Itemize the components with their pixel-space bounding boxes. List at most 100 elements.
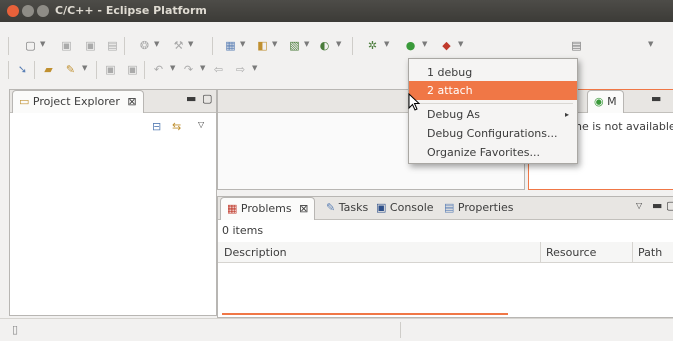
toolbar-separator <box>352 37 353 55</box>
project-explorer-tabbar: ▭ Project Explorer ⊠ ▬ ▢ <box>10 90 216 113</box>
view-menu-icon[interactable]: ▽ <box>198 120 204 129</box>
new-file-icon[interactable]: ▧ <box>288 39 301 52</box>
forward-arrow-icon[interactable]: ⇨ <box>234 63 247 76</box>
toolbar-separator <box>212 37 213 55</box>
chevron-down-icon[interactable]: ▼ <box>240 40 245 48</box>
menu-item-label: Debug Configurations... <box>427 127 558 140</box>
chevron-down-icon[interactable]: ▼ <box>648 40 653 48</box>
save-all-icon[interactable]: ▣ <box>84 39 97 52</box>
tab-properties[interactable]: ▤ Properties <box>444 197 514 218</box>
folder-icon: ▭ <box>19 95 30 108</box>
back-arrow-icon[interactable]: ⇦ <box>212 63 225 76</box>
menu-item-label: Organize Favorites... <box>427 146 540 159</box>
collapse-all-icon[interactable]: ⊟ <box>152 120 161 133</box>
menu-item-organize-favorites[interactable]: Organize Favorites... <box>409 143 577 162</box>
chevron-down-icon[interactable]: ▼ <box>200 64 205 72</box>
close-icon[interactable]: ⊠ <box>127 95 136 108</box>
prev-annotation-icon[interactable]: ▣ <box>126 63 139 76</box>
hammer-icon[interactable]: ⚒ <box>172 39 185 52</box>
progress-indicator <box>222 313 508 315</box>
chevron-down-icon[interactable]: ▼ <box>82 64 87 72</box>
build-icon[interactable]: ❂ <box>138 39 151 52</box>
annotation-icon[interactable]: ✎ <box>64 63 77 76</box>
column-header-resource[interactable]: Resource <box>546 246 596 259</box>
debug-dropdown-menu: 1 debug 2 attach Debug As ▸ Debug Config… <box>408 58 578 164</box>
toolbar-separator <box>34 61 35 79</box>
chevron-down-icon[interactable]: ▼ <box>422 40 427 48</box>
menu-item-label: Debug As <box>427 108 480 121</box>
fast-view-icon[interactable]: ▯ <box>12 323 18 336</box>
toolbar-separator <box>96 61 97 79</box>
menu-item-label: 2 attach <box>427 84 473 97</box>
chevron-down-icon[interactable]: ▼ <box>458 40 463 48</box>
column-divider[interactable] <box>632 242 633 262</box>
perspective-icon[interactable]: ▤ <box>570 39 583 52</box>
open-folder-icon[interactable]: ▰ <box>42 63 55 76</box>
close-window-button[interactable] <box>7 5 19 17</box>
tab-tasks[interactable]: ✎ Tasks <box>326 197 368 218</box>
project-explorer-panel: ▭ Project Explorer ⊠ ▬ ▢ ⊟ ⇆ ▽ <box>9 89 217 316</box>
tab-project-explorer[interactable]: ▭ Project Explorer ⊠ <box>12 90 144 113</box>
menu-item-attach[interactable]: 2 attach <box>409 81 577 100</box>
menu-item-debug-configurations[interactable]: Debug Configurations... <box>409 124 577 143</box>
link-editor-icon[interactable]: ⇆ <box>172 120 181 133</box>
minimize-window-button[interactable] <box>22 5 34 17</box>
mouse-cursor-icon <box>408 93 420 111</box>
tab-outline[interactable]: ◉ M <box>587 90 624 113</box>
minimize-icon[interactable]: ▬ <box>651 92 661 105</box>
chevron-down-icon[interactable]: ▼ <box>40 40 45 48</box>
toolbar-separator <box>124 37 125 55</box>
submenu-arrow-icon: ▸ <box>565 110 570 119</box>
close-icon[interactable]: ⊠ <box>299 202 308 215</box>
title-bar: C/C++ - Eclipse Platform <box>0 0 673 22</box>
column-divider[interactable] <box>540 242 541 262</box>
problems-panel: ▦ Problems ⊠ ✎ Tasks ▣ Console ▤ Propert… <box>217 196 673 318</box>
tab-label: Console <box>389 201 434 214</box>
maximize-icon[interactable]: ▢ <box>202 92 212 105</box>
tab-label: Project Explorer <box>32 95 120 108</box>
new-class-icon[interactable]: ◧ <box>256 39 269 52</box>
tab-label: M <box>607 95 617 108</box>
pin-icon[interactable]: ➘ <box>16 63 29 76</box>
view-menu-icon[interactable]: ▽ <box>636 201 642 210</box>
minimize-icon[interactable]: ▬ <box>186 92 196 105</box>
column-header-description[interactable]: Description <box>224 246 287 259</box>
console-icon: ▣ <box>376 201 387 214</box>
new-icon[interactable]: ▢ <box>24 39 37 52</box>
main-toolbar: ▢ ▼ ▣ ▣ ▤ ❂ ▼ ⚒ ▼ ▦ ▼ ◧ ▼ ▧ ▼ ◐ ▼ ✲ ▼ ● … <box>0 34 673 58</box>
back-icon[interactable]: ↶ <box>152 63 165 76</box>
maximize-window-button[interactable] <box>37 5 49 17</box>
tab-label: Problems <box>240 202 292 215</box>
chevron-down-icon[interactable]: ▼ <box>170 64 175 72</box>
search-icon[interactable]: ◐ <box>318 39 331 52</box>
tab-label: Properties <box>457 201 514 214</box>
chevron-down-icon[interactable]: ▼ <box>384 40 389 48</box>
column-header-path[interactable]: Path <box>638 246 662 259</box>
new-project-icon[interactable]: ▦ <box>224 39 237 52</box>
menu-separator <box>413 103 573 104</box>
chevron-down-icon[interactable]: ▼ <box>188 40 193 48</box>
debug-icon[interactable]: ✲ <box>366 39 379 52</box>
minimize-icon[interactable]: ▬ <box>652 199 662 212</box>
tab-problems[interactable]: ▦ Problems ⊠ <box>220 197 316 220</box>
window-title: C/C++ - Eclipse Platform <box>55 4 207 17</box>
print-icon[interactable]: ▤ <box>106 39 119 52</box>
tasks-icon: ✎ <box>326 201 336 214</box>
menu-item-debug-as[interactable]: Debug As ▸ <box>409 105 577 124</box>
chevron-down-icon[interactable]: ▼ <box>336 40 341 48</box>
chevron-down-icon[interactable]: ▼ <box>154 40 159 48</box>
run-icon[interactable]: ● <box>404 39 417 52</box>
chevron-down-icon[interactable]: ▼ <box>272 40 277 48</box>
toolbar-separator <box>144 61 145 79</box>
save-icon[interactable]: ▣ <box>60 39 73 52</box>
outline-message: ne is not available <box>575 120 673 133</box>
menu-item-debug[interactable]: 1 debug <box>409 63 577 82</box>
chevron-down-icon[interactable]: ▼ <box>304 40 309 48</box>
items-count: 0 items <box>222 224 264 237</box>
forward-icon[interactable]: ↷ <box>182 63 195 76</box>
external-tools-icon[interactable]: ◆ <box>440 39 453 52</box>
chevron-down-icon[interactable]: ▼ <box>252 64 257 72</box>
next-annotation-icon[interactable]: ▣ <box>104 63 117 76</box>
tab-console[interactable]: ▣ Console <box>376 197 434 218</box>
maximize-icon[interactable]: ▢ <box>666 199 673 212</box>
